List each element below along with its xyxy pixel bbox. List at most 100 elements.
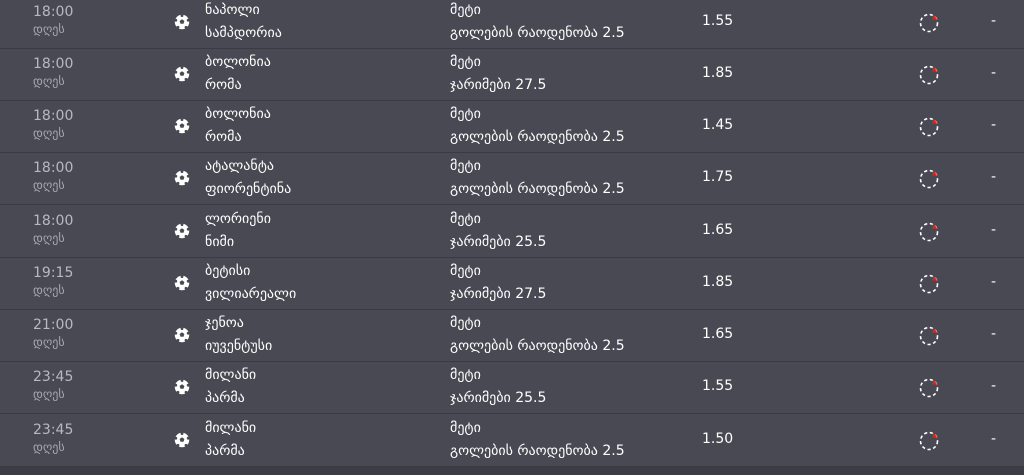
- football-icon: [174, 118, 190, 134]
- home-team: ნაპოლი: [205, 2, 260, 18]
- football-icon: [174, 66, 190, 82]
- pending-status-icon[interactable]: [917, 429, 941, 453]
- away-team: იუვენტუსი: [205, 338, 273, 354]
- table-row: 18:00 დღეს ლორიენი ნიმი მეტი ჯარიმები 25…: [0, 206, 1024, 258]
- result-value: -: [991, 326, 997, 342]
- home-team: ჯენოა: [205, 315, 244, 331]
- event-day: დღეს: [33, 231, 65, 245]
- event-day: დღეს: [33, 440, 65, 454]
- pending-status-icon[interactable]: [917, 272, 941, 296]
- football-icon: [174, 223, 190, 239]
- away-team: რომა: [205, 129, 242, 145]
- away-team: რომა: [205, 77, 242, 93]
- event-time: 18:00: [33, 213, 74, 229]
- football-icon: [174, 170, 190, 186]
- bet-market: მეტი: [450, 2, 481, 18]
- pending-status-icon[interactable]: [917, 376, 941, 400]
- away-team: პარმა: [205, 390, 245, 406]
- pending-status-icon[interactable]: [917, 63, 941, 87]
- event-time: 18:00: [33, 108, 74, 124]
- bet-market: მეტი: [450, 263, 481, 279]
- bet-selection: გოლების რაოდენობა 2.5: [450, 181, 625, 197]
- home-team: ლორიენი: [205, 211, 271, 227]
- odds-value: 1.55: [702, 13, 734, 29]
- bet-selection: ჯარიმები 25.5: [450, 234, 547, 250]
- result-value: -: [991, 117, 997, 133]
- event-time: 23:45: [33, 422, 74, 438]
- table-row: 21:00 დღეს ჯენოა იუვენტუსი მეტი გოლების …: [0, 310, 1024, 362]
- event-day: დღეს: [33, 74, 65, 88]
- odds-value: 1.50: [702, 431, 734, 447]
- pending-status-icon[interactable]: [917, 115, 941, 139]
- pending-status-icon[interactable]: [917, 11, 941, 35]
- bet-market: მეტი: [450, 54, 481, 70]
- bet-market: მეტი: [450, 367, 481, 383]
- away-team: ფიორენტინა: [205, 181, 292, 197]
- table-footer-divider: [0, 467, 1024, 475]
- odds-value: 1.65: [702, 222, 734, 238]
- away-team: ვილიარეალი: [205, 286, 297, 302]
- home-team: ბოლონია: [205, 106, 271, 122]
- odds-value: 1.85: [702, 65, 734, 81]
- bet-selection: გოლების რაოდენობა 2.5: [450, 443, 625, 459]
- pending-status-icon[interactable]: [917, 220, 941, 244]
- odds-value: 1.55: [702, 378, 734, 394]
- event-day: დღეს: [33, 335, 65, 349]
- away-team: სამპდორია: [205, 25, 282, 41]
- bet-market: მეტი: [450, 211, 481, 227]
- event-time: 18:00: [33, 160, 74, 176]
- home-team: ბეტისი: [205, 263, 251, 279]
- bet-market: მეტი: [450, 420, 481, 436]
- table-row: 23:45 დღეს მილანი პარმა მეტი ჯარიმები 25…: [0, 362, 1024, 414]
- table-row: 18:00 დღეს ნაპოლი სამპდორია მეტი გოლების…: [0, 0, 1024, 49]
- result-value: -: [991, 222, 997, 238]
- bet-market: მეტი: [450, 106, 481, 122]
- result-value: -: [991, 274, 997, 290]
- event-day: დღეს: [33, 178, 65, 192]
- pending-status-icon[interactable]: [917, 167, 941, 191]
- odds-value: 1.65: [702, 326, 734, 342]
- football-icon: [174, 327, 190, 343]
- football-icon: [174, 14, 190, 30]
- event-time: 18:00: [33, 56, 74, 72]
- event-time: 19:15: [33, 265, 74, 281]
- table-row: 23:45 დღეს მილანი პარმა მეტი გოლების რაო…: [0, 415, 1024, 467]
- bet-market: მეტი: [450, 315, 481, 331]
- odds-value: 1.45: [702, 117, 734, 133]
- event-day: დღეს: [33, 126, 65, 140]
- event-time: 21:00: [33, 317, 74, 333]
- event-day: დღეს: [33, 283, 65, 297]
- table-row: 18:00 დღეს ბოლონია რომა მეტი გოლების რაო…: [0, 101, 1024, 153]
- result-value: -: [991, 13, 997, 29]
- bets-table: 18:00 დღეს ნაპოლი სამპდორია მეტი გოლების…: [0, 0, 1024, 475]
- football-icon: [174, 275, 190, 291]
- event-day: დღეს: [33, 387, 65, 401]
- result-value: -: [991, 65, 997, 81]
- away-team: პარმა: [205, 443, 245, 459]
- table-row: 19:15 დღეს ბეტისი ვილიარეალი მეტი ჯარიმე…: [0, 258, 1024, 310]
- event-day: დღეს: [33, 22, 65, 36]
- bet-selection: გოლების რაოდენობა 2.5: [450, 25, 625, 41]
- bet-selection: ჯარიმები 27.5: [450, 286, 547, 302]
- event-time: 18:00: [33, 4, 74, 20]
- home-team: ბოლონია: [205, 54, 271, 70]
- event-time: 23:45: [33, 369, 74, 385]
- odds-value: 1.85: [702, 274, 734, 290]
- home-team: ატალანტა: [205, 158, 274, 174]
- result-value: -: [991, 378, 997, 394]
- pending-status-icon[interactable]: [917, 324, 941, 348]
- bet-selection: ჯარიმები 27.5: [450, 77, 547, 93]
- away-team: ნიმი: [205, 234, 235, 250]
- odds-value: 1.75: [702, 169, 734, 185]
- result-value: -: [991, 431, 997, 447]
- football-icon: [174, 432, 190, 448]
- result-value: -: [991, 169, 997, 185]
- bet-selection: ჯარიმები 25.5: [450, 390, 547, 406]
- table-row: 18:00 დღეს ბოლონია რომა მეტი ჯარიმები 27…: [0, 49, 1024, 101]
- bet-market: მეტი: [450, 158, 481, 174]
- bet-selection: გოლების რაოდენობა 2.5: [450, 338, 625, 354]
- home-team: მილანი: [205, 420, 257, 436]
- bet-selection: გოლების რაოდენობა 2.5: [450, 129, 625, 145]
- home-team: მილანი: [205, 367, 257, 383]
- table-row: 18:00 დღეს ატალანტა ფიორენტინა მეტი გოლე…: [0, 153, 1024, 205]
